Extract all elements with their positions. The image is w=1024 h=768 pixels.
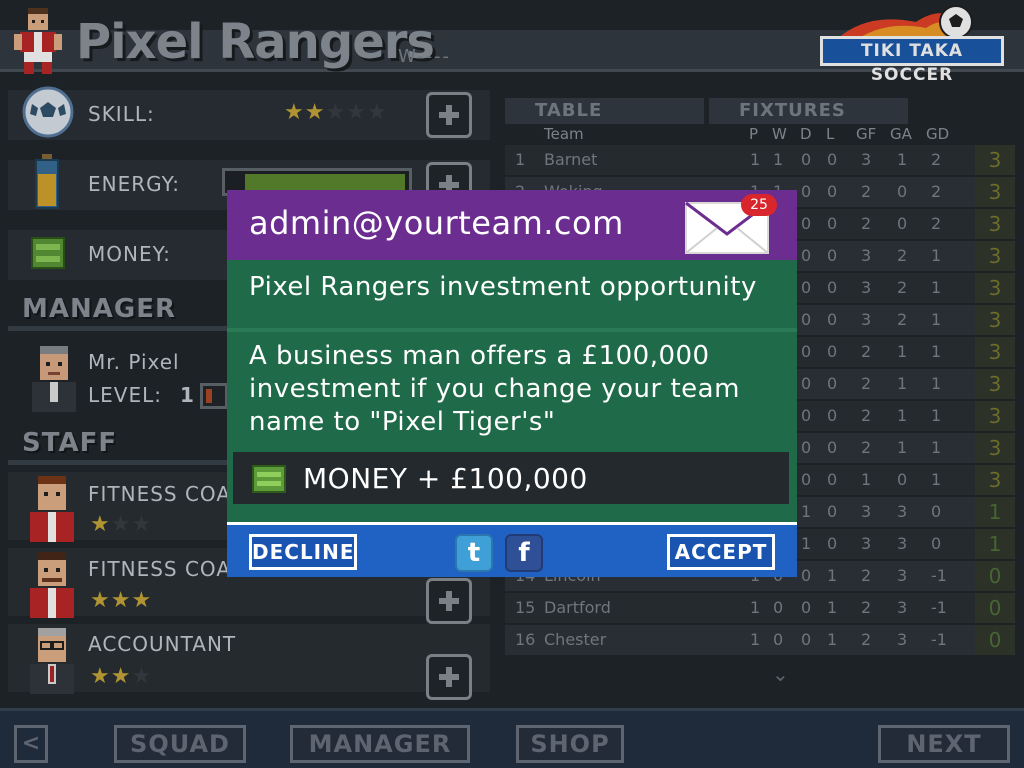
email-sender: admin@yourteam.com bbox=[249, 204, 624, 242]
email-body: A business man offers a £100,000 investm… bbox=[249, 341, 740, 437]
twitter-share-button[interactable]: t bbox=[455, 534, 493, 572]
reward-text: MONEY + £100,000 bbox=[303, 462, 588, 495]
email-subject: Pixel Rangers investment opportunity bbox=[249, 272, 757, 302]
email-dialog: admin@yourteam.com 25 Pixel Rangers inve… bbox=[227, 190, 797, 577]
email-dialog-footer: DECLINE t f ACCEPT bbox=[227, 522, 797, 577]
money-icon bbox=[252, 465, 286, 493]
reward-box: MONEY + £100,000 bbox=[233, 452, 789, 504]
unread-count-badge: 25 bbox=[741, 194, 777, 216]
facebook-share-button[interactable]: f bbox=[505, 534, 543, 572]
email-dialog-header: admin@yourteam.com 25 bbox=[227, 190, 797, 260]
email-divider bbox=[227, 328, 797, 332]
facebook-icon: f bbox=[518, 538, 530, 568]
accept-button[interactable]: ACCEPT bbox=[667, 534, 775, 570]
twitter-icon: t bbox=[467, 538, 481, 568]
decline-button[interactable]: DECLINE bbox=[249, 534, 357, 570]
